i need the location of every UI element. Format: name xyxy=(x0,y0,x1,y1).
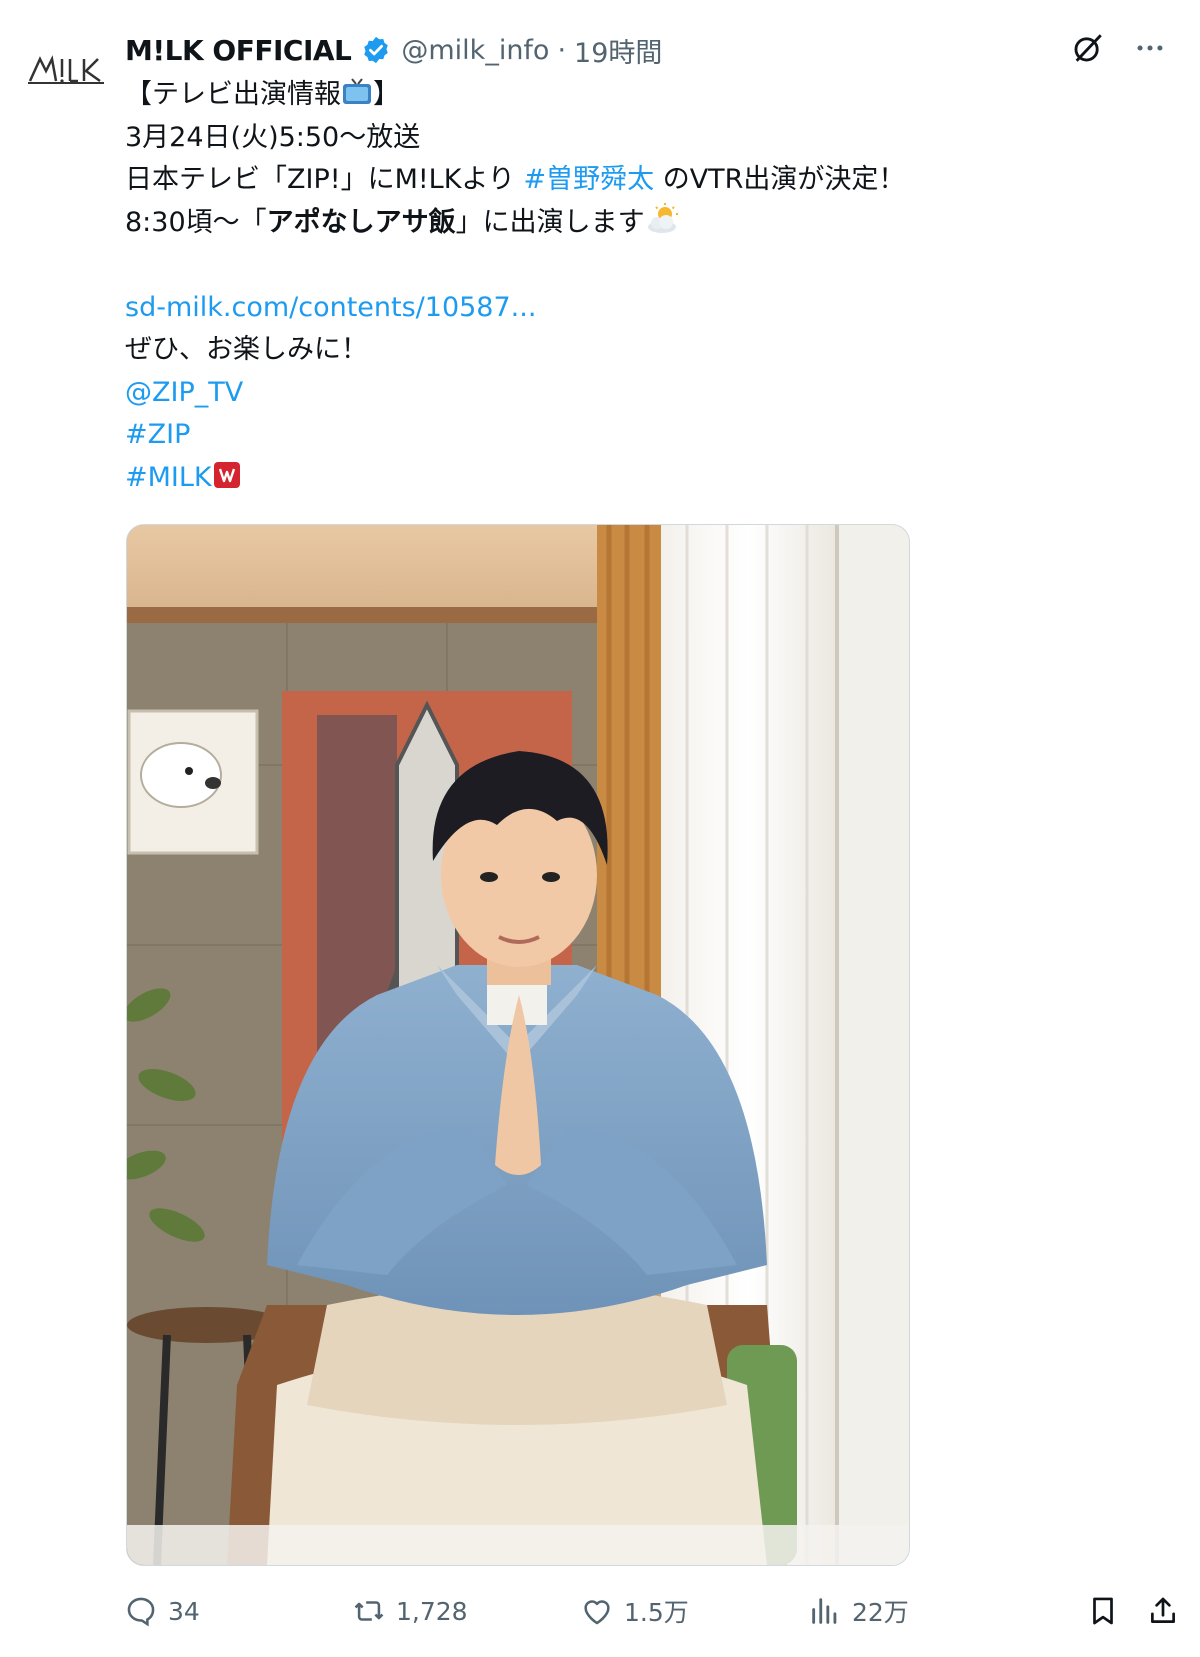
text-line-6: ぜひ、お楽しみに！ xyxy=(125,334,368,365)
reply-button[interactable]: 34 xyxy=(124,1586,200,1636)
text-line-tag-milk: #MILK xyxy=(125,457,1165,500)
author-handle[interactable]: @milk_info xyxy=(401,35,549,66)
post-time[interactable]: 19時間 xyxy=(574,31,662,70)
sun-behind-cloud-icon xyxy=(647,202,678,233)
repost-icon xyxy=(354,1601,384,1621)
repost-count: 1,728 xyxy=(396,1596,468,1626)
like-button[interactable]: 1.5万 xyxy=(580,1586,689,1636)
milk-logo xyxy=(28,55,104,84)
share-icon xyxy=(1151,1597,1175,1623)
hashtag-link[interactable]: #曽野舜太 xyxy=(523,164,654,195)
text-line-tag-zip: #ZIP xyxy=(125,414,1165,457)
separator-dot: · xyxy=(557,34,567,66)
text-line-2: 3月24日(火)5:50〜放送 xyxy=(125,121,421,153)
text-segment: 」に出演します xyxy=(455,206,645,238)
top-actions xyxy=(1068,28,1170,68)
text-line-link: sd-milk.com/contents/10587... xyxy=(125,287,1165,330)
bold-text: アポなしアサ飯 xyxy=(266,206,456,238)
views-count: 22万 xyxy=(852,1598,909,1627)
action-bar: 34 1,728 1.5万 22万 xyxy=(124,1586,1184,1636)
tv-icon xyxy=(343,78,371,104)
bookmark-button[interactable] xyxy=(1086,1586,1120,1636)
photo-person-praying xyxy=(127,525,909,1565)
text-line-1: 【テレビ出演情報 】 xyxy=(125,74,1165,117)
post-header: M!LK OFFICIAL @milk_info · 19時間 xyxy=(125,28,662,72)
text-segment: 日本テレビ「ZIP!」にM!LKより xyxy=(125,164,524,195)
text-line-3: 日本テレビ「ZIP!」にM!LKより #曽野舜太 のVTR出演が決定！ xyxy=(125,159,1165,202)
external-link[interactable]: sd-milk.com/contents/10587... xyxy=(125,292,536,323)
reply-count: 34 xyxy=(168,1596,200,1626)
hashtag-link[interactable]: #MILK xyxy=(125,462,212,493)
text-segment: 8:30頃〜「 xyxy=(125,206,267,238)
author-name[interactable]: M!LK OFFICIAL xyxy=(125,34,352,67)
text-segment: のVTR出演が決定！ xyxy=(654,164,906,195)
heart-icon xyxy=(584,1600,610,1625)
verified-badge-icon xyxy=(364,36,389,64)
tweet[interactable]: M!LK OFFICIAL @milk_info · 19時間 【テレビ出演情報… xyxy=(0,0,1200,1657)
grok-icon[interactable] xyxy=(1068,28,1108,68)
mention-link[interactable]: @ZIP_TV xyxy=(125,377,243,408)
views-icon xyxy=(812,1598,837,1624)
text-line-4: 8:30頃〜「アポなしアサ飯」に出演します xyxy=(125,202,1165,245)
share-button[interactable] xyxy=(1146,1586,1180,1636)
like-count: 1.5万 xyxy=(624,1598,689,1627)
hashflag-icon xyxy=(213,461,240,488)
repost-button[interactable]: 1,728 xyxy=(352,1586,468,1636)
text-segment: 】 xyxy=(373,79,400,110)
avatar[interactable] xyxy=(22,40,110,92)
photo-attachment[interactable] xyxy=(126,524,910,1566)
more-icon[interactable] xyxy=(1130,28,1170,68)
hashtag-link[interactable]: #ZIP xyxy=(125,419,190,450)
views-button[interactable]: 22万 xyxy=(808,1586,909,1636)
text-segment: 【テレビ出演情報 xyxy=(125,79,341,110)
text-line-mention: @ZIP_TV xyxy=(125,372,1165,415)
post-text: 【テレビ出演情報 】 3月24日(火)5:50〜放送 日本テレビ「ZIP!」にM!… xyxy=(125,74,1165,499)
reply-icon xyxy=(127,1597,155,1627)
bookmark-icon xyxy=(1093,1597,1113,1625)
